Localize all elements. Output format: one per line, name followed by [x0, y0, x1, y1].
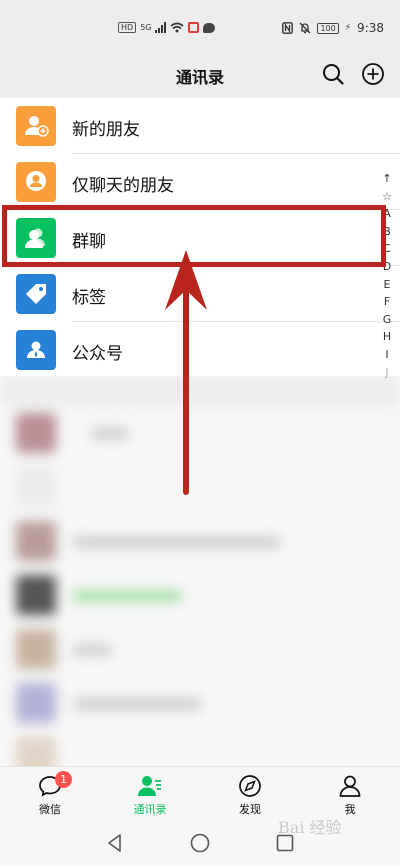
contact-name — [72, 590, 182, 602]
entry-label: 公众号 — [72, 344, 123, 364]
charging-icon: ⚡ — [344, 23, 352, 33]
avatar — [16, 521, 56, 561]
index-letter[interactable]: J — [385, 364, 388, 382]
battery-icon: 100 — [317, 22, 339, 34]
avatar — [16, 683, 56, 723]
tab-label: 微信 — [39, 803, 61, 816]
avatar — [16, 575, 56, 615]
index-letter[interactable]: I — [385, 346, 388, 364]
entry-label: 仅聊天的朋友 — [72, 176, 174, 196]
notification-app-icon — [188, 22, 200, 33]
entry-new-friends[interactable]: 新的朋友 — [0, 98, 400, 154]
compass-icon — [239, 775, 261, 797]
index-letter[interactable]: E — [384, 276, 391, 294]
index-letter[interactable]: ↑ — [382, 170, 391, 188]
section-header — [0, 376, 400, 406]
network-indicator: 5G — [140, 23, 152, 32]
list-item[interactable] — [0, 622, 400, 676]
index-letter[interactable]: G — [383, 311, 392, 329]
clock: 9:38 — [357, 21, 384, 35]
message-notification-icon — [203, 22, 216, 33]
chat-only-friend-icon — [16, 162, 56, 202]
tab-chats[interactable]: 1 微信 — [0, 767, 100, 822]
person-icon — [339, 775, 361, 797]
contact-name — [72, 536, 282, 548]
avatar — [16, 467, 56, 507]
entry-label: 新的朋友 — [72, 120, 140, 140]
status-bar: HD 5G 100 ⚡ 9:38 — [0, 0, 400, 56]
official-account-icon — [16, 330, 56, 370]
index-letter[interactable]: H — [383, 328, 391, 346]
list-item[interactable] — [0, 568, 400, 622]
entry-label: 标签 — [72, 288, 106, 308]
signal-icon — [155, 22, 167, 33]
tab-label: 我 — [344, 803, 356, 816]
list-item[interactable] — [0, 514, 400, 568]
hd-indicator: HD — [118, 22, 137, 33]
entry-tags[interactable]: 标签 — [0, 266, 400, 322]
tab-label: 发现 — [239, 803, 261, 816]
index-letter[interactable]: ☆ — [382, 188, 392, 206]
contact-list — [0, 376, 400, 766]
tab-contacts[interactable]: 通讯录 — [100, 767, 200, 822]
back-icon[interactable] — [104, 832, 126, 854]
plus-circle-icon[interactable] — [361, 62, 385, 86]
search-icon[interactable] — [321, 62, 345, 86]
mute-icon — [299, 22, 311, 34]
tag-icon — [16, 274, 56, 314]
tab-label: 通讯录 — [133, 803, 167, 816]
add-friend-icon — [16, 106, 56, 146]
nav-bar: 通讯录 — [0, 56, 400, 98]
avatar — [16, 629, 56, 669]
entry-chat-only-friends[interactable]: 仅聊天的朋友 — [0, 154, 400, 210]
alphabet-index-bar[interactable]: ↑ ☆ A B C D E F G H I J — [380, 170, 394, 381]
contacts-icon — [138, 776, 161, 796]
list-item[interactable] — [0, 676, 400, 730]
contact-name — [72, 644, 112, 656]
entry-official-accounts[interactable]: 公众号 — [0, 322, 400, 378]
wifi-icon — [170, 22, 184, 33]
contact-name — [90, 428, 130, 440]
nfc-icon — [282, 22, 294, 34]
list-item[interactable] — [0, 460, 400, 514]
unread-badge: 1 — [55, 771, 72, 788]
annotation-highlight-box — [2, 205, 386, 267]
contact-name — [72, 698, 202, 710]
status-left-icons: HD 5G — [118, 22, 216, 33]
avatar — [16, 737, 56, 766]
status-right-icons: 100 ⚡ 9:38 — [282, 21, 384, 35]
list-item[interactable] — [0, 406, 400, 460]
list-item[interactable] — [0, 730, 400, 766]
watermark: Bai 经验 — [278, 818, 342, 837]
home-icon[interactable] — [189, 832, 211, 854]
blurred-contacts — [0, 376, 400, 766]
avatar — [16, 413, 56, 453]
index-letter[interactable]: F — [384, 293, 390, 311]
